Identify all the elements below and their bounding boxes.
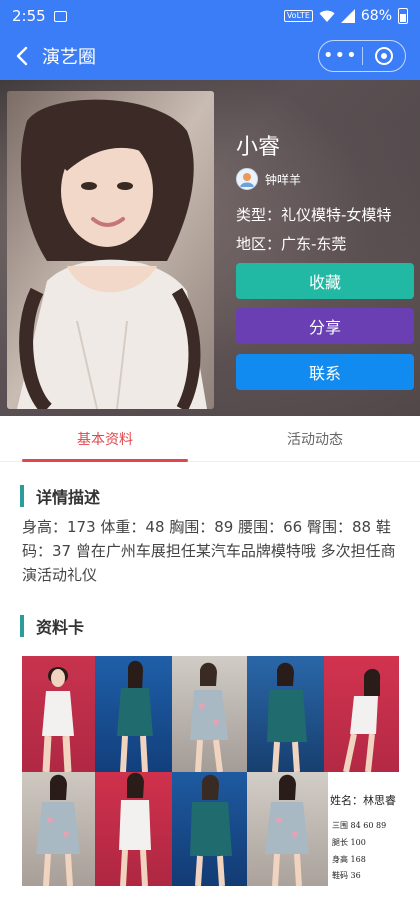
status-bar: 2:55 VoLTE 68%: [0, 0, 420, 32]
profile-tabs: 基本资料 活动动态: [0, 416, 420, 462]
card-height: 身高 168: [332, 855, 366, 864]
back-button[interactable]: [4, 32, 40, 80]
status-right: VoLTE 68%: [283, 8, 408, 24]
section-accent-bar: [20, 485, 24, 507]
battery-percent: 68%: [360, 8, 392, 24]
card-photo: [324, 656, 399, 772]
image-notification-icon: [53, 10, 67, 22]
card-photo: [95, 772, 172, 886]
card-model-name: 姓名：林思睿: [330, 794, 396, 807]
card-heading: 资料卡: [20, 614, 84, 638]
card-photo: [22, 656, 95, 772]
portrait-illustration: [7, 91, 214, 409]
tab-activity[interactable]: 活动动态: [210, 416, 420, 462]
profile-type: 类型：礼仪模特-女模特: [236, 206, 392, 224]
model-comp-card[interactable]: 姓名：林思睿 三围 84 60 89 腿长 100 身高 168 鞋码 36: [22, 656, 399, 886]
chevron-left-icon: [16, 46, 28, 66]
card-info-panel: 姓名：林思睿 三围 84 60 89 腿长 100 身高 168 鞋码 36: [328, 784, 399, 886]
target-icon: [374, 47, 393, 65]
battery-icon: [398, 8, 408, 24]
signal-icon: [340, 9, 355, 23]
author-name: 钟咩羊: [265, 172, 302, 187]
contact-button[interactable]: 联系: [236, 354, 414, 390]
section-accent-bar: [20, 615, 24, 637]
profile-region: 地区：广东-东莞: [236, 235, 347, 253]
close-mini-program-button[interactable]: [362, 47, 405, 65]
profile-photo[interactable]: [7, 91, 214, 409]
card-shoe-size: 鞋码 36: [332, 871, 361, 880]
details-title: 详情描述: [36, 488, 101, 507]
share-button[interactable]: 分享: [236, 308, 414, 344]
card-photo: [172, 656, 247, 772]
details-heading: 详情描述: [20, 484, 100, 508]
page-title: 演艺圈: [42, 47, 96, 68]
avatar-icon: [240, 173, 254, 187]
tab-basic-info[interactable]: 基本资料: [0, 416, 210, 462]
favorite-button[interactable]: 收藏: [236, 263, 414, 299]
more-menu-button[interactable]: •••: [319, 47, 362, 65]
card-measurements: 三围 84 60 89: [332, 821, 387, 830]
card-leg-length: 腿长 100: [332, 838, 366, 847]
author-avatar: [236, 168, 258, 190]
author-row[interactable]: 钟咩羊: [236, 168, 301, 190]
mini-program-capsule: •••: [318, 40, 406, 72]
nav-bar: 演艺圈 •••: [0, 32, 420, 80]
volte-badge: VoLTE: [283, 10, 313, 22]
card-photo: [95, 656, 172, 772]
card-title: 资料卡: [36, 618, 85, 637]
profile-name: 小睿: [236, 135, 281, 160]
card-photo: [172, 772, 247, 886]
profile-hero: 小睿 钟咩羊 类型：礼仪模特-女模特 地区：广东-东莞 收藏 分享 联系: [0, 80, 420, 416]
card-photo: [247, 656, 324, 772]
card-photo: [247, 772, 328, 886]
status-time: 2:55: [12, 7, 46, 25]
details-text: 身高：173 体重：48 胸围：89 腰围：66 臀围：88 鞋码：37 曾在广…: [22, 518, 396, 584]
card-photo: [22, 772, 95, 886]
wifi-icon: [319, 10, 335, 22]
